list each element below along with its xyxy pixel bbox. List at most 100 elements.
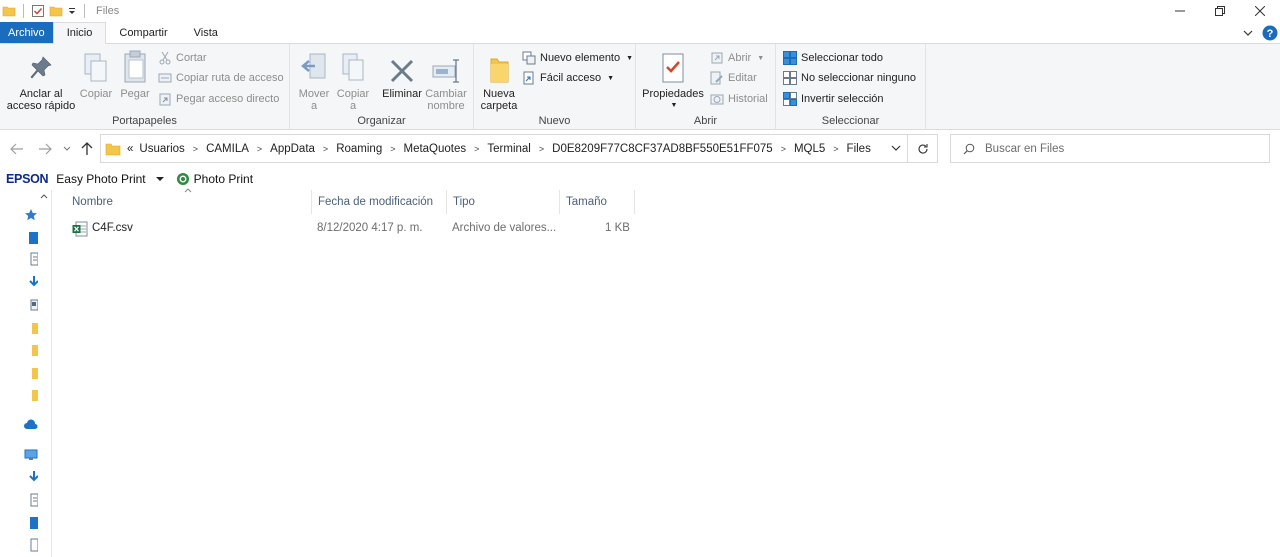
breadcrumb-separator[interactable]: >	[539, 144, 544, 154]
column-header-size[interactable]: Tamaño	[560, 190, 635, 214]
minimize-button[interactable]	[1160, 0, 1200, 22]
folder-icon[interactable]	[24, 388, 38, 402]
pin-quick-access-button[interactable]: Anclar al acceso rápido	[4, 48, 78, 112]
breadcrumb-item[interactable]: MetaQuotes	[403, 143, 466, 155]
help-icon[interactable]: ?	[1262, 25, 1278, 41]
column-header-type[interactable]: Tipo	[447, 190, 560, 214]
new-folder-label-2: carpeta	[480, 100, 518, 112]
open-button[interactable]: Abrir ▼	[710, 49, 764, 67]
breadcrumb-separator[interactable]: >	[833, 144, 838, 154]
recent-locations-button[interactable]	[58, 141, 76, 157]
new-item-button[interactable]: Nuevo elemento ▼	[522, 49, 633, 67]
breadcrumb-separator[interactable]: >	[390, 144, 395, 154]
properties-button[interactable]: Propiedades ▼	[640, 48, 706, 112]
folder-icon[interactable]	[24, 321, 38, 335]
copy-label: Copiar	[79, 88, 113, 100]
breadcrumb-overflow[interactable]: «	[127, 143, 133, 155]
group-clipboard: Anclar al acceso rápido Copiar Pegar Cor…	[0, 44, 290, 130]
table-row[interactable]: C4F.csv 8/12/2020 4:17 p. m. Archivo de …	[68, 218, 634, 240]
select-all-label: Seleccionar todo	[801, 52, 883, 64]
breadcrumb-item[interactable]: Files	[847, 143, 871, 155]
close-button[interactable]	[1240, 0, 1280, 22]
select-all-button[interactable]: Seleccionar todo	[783, 49, 883, 67]
breadcrumb-item[interactable]: MQL5	[794, 143, 825, 155]
tab-share[interactable]: Compartir	[106, 22, 180, 43]
refresh-button[interactable]	[908, 134, 938, 163]
delete-button[interactable]: Eliminar	[380, 48, 424, 100]
search-box[interactable]: Buscar en Files	[950, 134, 1270, 163]
new-folder-label-1: Nueva	[483, 88, 515, 100]
breadcrumb-item[interactable]: Roaming	[336, 143, 382, 155]
history-button[interactable]: Historial	[710, 90, 768, 108]
paste-button[interactable]: Pegar	[116, 48, 154, 100]
restore-button[interactable]	[1200, 0, 1240, 22]
tab-view[interactable]: Vista	[181, 22, 231, 43]
copy-path-button[interactable]: Copiar ruta de acceso	[158, 69, 284, 87]
back-button[interactable]	[8, 141, 26, 157]
file-list: Nombre Fecha de modificación Tipo Tamaño…	[52, 188, 1280, 557]
breadcrumb-item[interactable]: CAMILA	[206, 143, 249, 155]
onedrive-cloud-icon[interactable]	[24, 418, 38, 432]
properties-check-icon[interactable]	[31, 4, 45, 18]
tab-home[interactable]: Inicio	[52, 22, 107, 44]
breadcrumb-item[interactable]: Usuarios	[139, 143, 184, 155]
address-dropdown-button[interactable]	[891, 143, 901, 155]
column-header-name[interactable]: Nombre	[66, 190, 312, 214]
document-icon[interactable]	[24, 252, 38, 266]
quick-access-toolbar: Files	[0, 0, 119, 22]
easy-access-button[interactable]: Fácil acceso ▼	[522, 69, 614, 87]
qa-dropdown-icon[interactable]	[67, 4, 77, 18]
quick-access-star-icon[interactable]	[24, 208, 38, 222]
history-icon	[710, 94, 724, 105]
nav-scroll-up[interactable]	[40, 192, 48, 204]
breadcrumb-separator[interactable]: >	[323, 144, 328, 154]
breadcrumb-separator[interactable]: >	[193, 144, 198, 154]
document-icon[interactable]	[24, 538, 38, 552]
breadcrumb-item[interactable]: Terminal	[487, 143, 530, 155]
copy-button[interactable]: Copiar	[78, 48, 114, 100]
delete-label: Eliminar	[382, 88, 422, 100]
cut-button[interactable]: Cortar	[158, 49, 207, 67]
this-pc-icon[interactable]	[24, 448, 38, 462]
chevron-up-icon	[40, 194, 48, 199]
breadcrumb: Usuarios > CAMILA > AppData > Roaming > MetaQuot…	[139, 143, 870, 155]
paste-shortcut-button[interactable]: Pegar acceso directo	[158, 90, 279, 108]
move-label-2: a	[310, 100, 318, 112]
folder-icon[interactable]	[24, 343, 38, 357]
forward-button[interactable]	[36, 141, 54, 157]
easy-photo-print-button[interactable]: Easy Photo Print	[56, 172, 165, 186]
breadcrumb-separator[interactable]: >	[474, 144, 479, 154]
desktop-icon[interactable]	[24, 231, 38, 245]
document-icon[interactable]	[24, 493, 38, 507]
search-input[interactable]: Buscar en Files	[985, 143, 1064, 155]
restore-icon	[1215, 6, 1225, 16]
copy-to-button[interactable]: Copiar a	[334, 48, 372, 112]
downloads-icon[interactable]	[24, 470, 38, 484]
documents-folder-icon[interactable]	[24, 298, 38, 312]
column-header-date[interactable]: Fecha de modificación	[312, 190, 447, 214]
tab-file[interactable]: Archivo	[0, 22, 53, 43]
up-button[interactable]	[78, 141, 96, 157]
invert-selection-button[interactable]: Invertir selección	[783, 90, 884, 108]
ribbon-tabs: Archivo Inicio Compartir Vista ?	[0, 22, 1280, 44]
downloads-icon[interactable]	[24, 275, 38, 289]
address-bar[interactable]: « Usuarios > CAMILA > AppData > Roaming > MetaQu…	[100, 134, 908, 163]
select-none-button[interactable]: No seleccionar ninguno	[783, 69, 916, 87]
breadcrumb-separator[interactable]: >	[781, 144, 786, 154]
group-label-new: Nuevo	[538, 115, 571, 127]
copy-to-label-2: a	[349, 100, 357, 112]
new-folder-button[interactable]: Nueva carpeta	[478, 48, 520, 112]
rename-button[interactable]: Cambiar nombre	[424, 48, 468, 112]
folder-icon[interactable]	[24, 366, 38, 380]
move-to-button[interactable]: Mover a	[296, 48, 332, 112]
qa-separator	[23, 4, 24, 18]
ribbon-expand-icon[interactable]	[1242, 27, 1254, 39]
folder-icon	[105, 143, 121, 155]
desktop-icon[interactable]	[24, 516, 38, 530]
breadcrumb-item[interactable]: AppData	[270, 143, 315, 155]
breadcrumb-separator[interactable]: >	[257, 144, 262, 154]
new-folder-qa-icon[interactable]	[49, 4, 63, 18]
breadcrumb-item[interactable]: D0E8209F77C8CF37AD8BF550E51FF075	[552, 143, 773, 155]
photo-print-button[interactable]: Photo Print	[176, 172, 253, 186]
edit-button[interactable]: Editar	[710, 69, 757, 87]
